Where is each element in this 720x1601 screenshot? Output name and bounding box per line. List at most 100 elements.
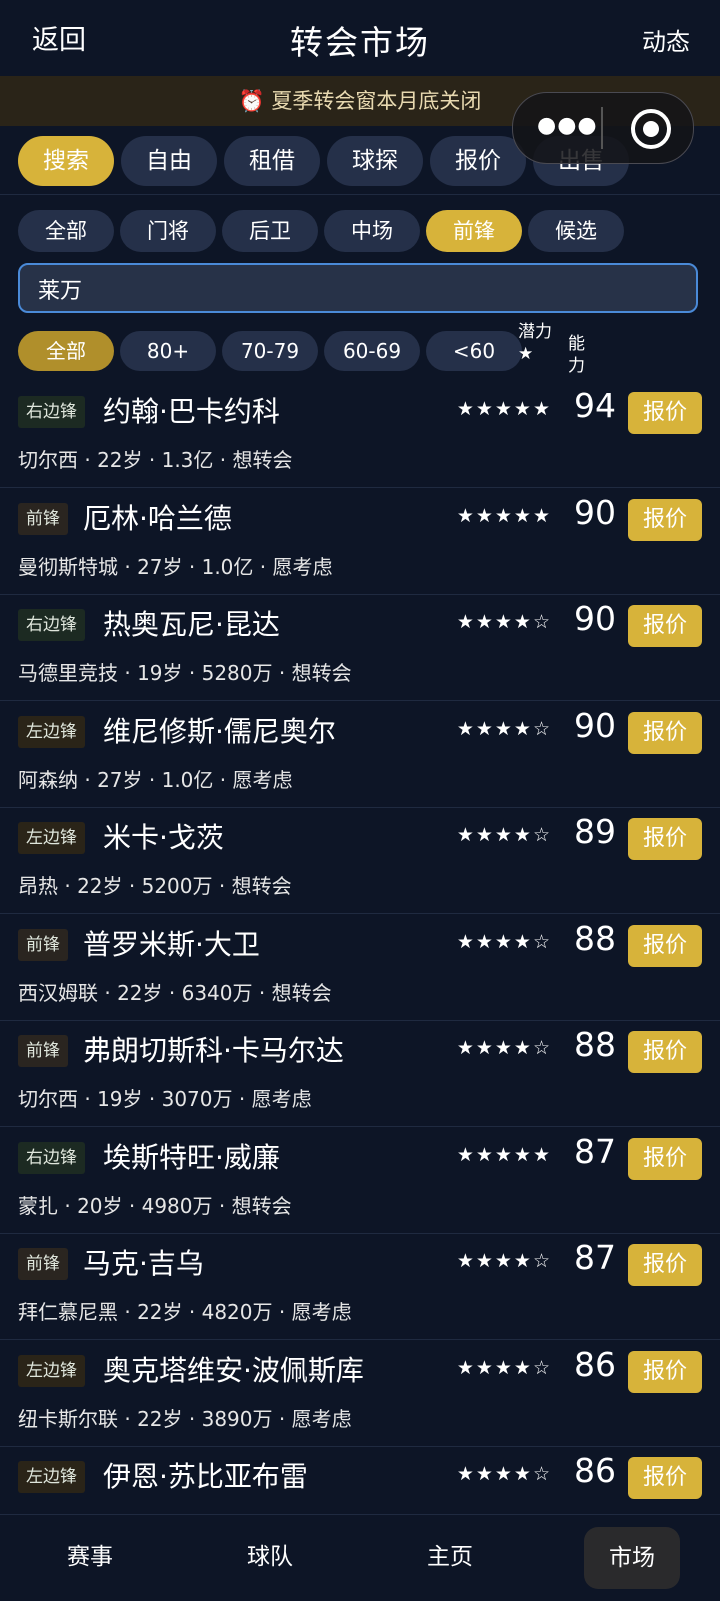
offer-button[interactable]: 报价 — [628, 1350, 702, 1393]
potential-stars: ★★★★☆ — [456, 930, 552, 953]
sort-ability[interactable]: 能力 — [568, 333, 585, 377]
potential-stars: ★★★★☆ — [456, 1037, 552, 1059]
offer-button[interactable]: 报价 — [628, 1137, 702, 1180]
offer-button[interactable]: 报价 — [628, 1457, 702, 1499]
top-bar: 返回 转会市场 动态 — [0, 0, 720, 76]
ability-rating: 86 — [574, 1344, 616, 1384]
player-meta: 切尔西 · 22岁 · 1.3亿 · 想转会 — [18, 448, 293, 472]
rating-chip-4[interactable]: <60 — [426, 331, 522, 371]
miniprogram-capsule: ●●● — [512, 92, 694, 164]
player-name: 维尼修斯·儒尼奥尔 — [103, 714, 336, 748]
player-row[interactable]: 右边锋 约翰·巴卡约科 ★★★★★ 94 报价切尔西 · 22岁 · 1.3亿 · 想转… — [0, 382, 720, 488]
player-name: 米卡·戈茨 — [103, 821, 224, 854]
potential-stars: ★★★★★ — [456, 398, 552, 420]
potential-stars: ★★★★★ — [456, 504, 552, 527]
position-chip-5[interactable]: 候选 — [528, 210, 624, 252]
potential-stars: ★★★★★ — [456, 1143, 552, 1166]
offer-button[interactable]: 报价 — [628, 605, 702, 647]
player-name: 马克·吉乌 — [83, 1247, 204, 1280]
ability-rating: 89 — [574, 812, 616, 851]
position-chip-1[interactable]: 门将 — [120, 210, 216, 252]
offer-button[interactable]: 报价 — [628, 498, 702, 541]
page-title: 转会市场 — [290, 23, 430, 62]
position-chip-3[interactable]: 中场 — [324, 210, 420, 252]
ability-rating: 87 — [574, 1131, 616, 1171]
player-row[interactable]: 右边锋 埃斯特旺·威廉 ★★★★★ 87 报价 蒙扎 · 20岁 · 4980万 · 想转… — [0, 1128, 720, 1234]
sort-potential[interactable]: 潜力★ — [518, 321, 554, 365]
offer-button[interactable]: 报价 — [628, 818, 702, 860]
player-meta: 拜仁慕尼黑 · 22岁 · 4820万 · 愿考虑 — [18, 1300, 352, 1324]
player-name: 埃斯特旺·威廉 — [103, 1140, 280, 1174]
player-meta: 马德里竞技 · 19岁 · 5280万 · 想转会 — [18, 661, 352, 685]
tab-0[interactable]: 搜索 — [18, 136, 114, 186]
position-chip-4[interactable]: 前锋 — [426, 210, 522, 252]
nav-item-0[interactable]: 赛事 — [30, 1537, 150, 1571]
potential-stars: ★★★★☆ — [456, 717, 552, 740]
bottom-nav: 赛事 球队 主页 市场 — [0, 1514, 720, 1601]
player-meta: 纽卡斯尔联 · 22岁 · 3890万 · 愿考虑 — [18, 1406, 352, 1431]
ability-rating: 88 — [574, 918, 616, 958]
potential-stars: ★★★★☆ — [456, 1463, 552, 1485]
potential-stars: ★★★★☆ — [456, 611, 552, 633]
position-chip-2[interactable]: 后卫 — [222, 210, 318, 252]
tab-2[interactable]: 租借 — [224, 136, 320, 186]
offer-button[interactable]: 报价 — [628, 1244, 702, 1286]
tab-3[interactable]: 球探 — [327, 136, 423, 186]
player-name: 厄林·哈兰德 — [83, 501, 232, 535]
rating-chip-3[interactable]: 60-69 — [324, 331, 420, 371]
offer-button[interactable]: 报价 — [628, 1031, 702, 1073]
nav-item-1[interactable]: 球队 — [210, 1537, 330, 1571]
player-row[interactable]: 左边锋 米卡·戈茨 ★★★★☆ 89 报价昂热 · 22岁 · 5200万 · 想转会 — [0, 808, 720, 914]
position-badge: 前锋 — [18, 928, 68, 961]
player-row[interactable]: 右边锋 热奥瓦尼·昆达 ★★★★☆ 90 报价马德里竞技 · 19岁 · 5280万 ·… — [0, 595, 720, 701]
player-name: 伊恩·苏比亚布雷 — [103, 1460, 308, 1493]
player-name: 弗朗切斯科·卡马尔达 — [83, 1034, 344, 1067]
player-row[interactable]: 左边锋 维尼修斯·儒尼奥尔 ★★★★☆ 90 报价阿森纳 · 27岁 · 1.0亿 · … — [0, 702, 720, 808]
player-row[interactable]: 左边锋 奥克塔维安·波佩斯库 ★★★★☆ 86 报价 纽卡斯尔联 · 22岁 · 3890… — [0, 1341, 720, 1447]
ability-rating: 90 — [574, 705, 616, 745]
tab-1[interactable]: 自由 — [121, 136, 217, 186]
search-box[interactable] — [18, 263, 698, 313]
ability-rating: 90 — [574, 492, 616, 532]
player-row[interactable]: 前锋 厄林·哈兰德 ★★★★★ 90 报价 曼彻斯特城 · 27岁 · 1.0亿 · 愿考… — [0, 489, 720, 595]
ability-rating: 90 — [574, 599, 616, 638]
rating-chip-2[interactable]: 70-79 — [222, 331, 318, 371]
activity-button[interactable]: 动态 — [642, 22, 690, 57]
player-row[interactable]: 前锋 普罗米斯·大卫 ★★★★☆ 88 报价 西汉姆联 · 22岁 · 6340万 · 想… — [0, 915, 720, 1021]
nav-item-2[interactable]: 主页 — [390, 1537, 510, 1571]
player-name: 约翰·巴卡约科 — [103, 395, 280, 428]
player-row[interactable]: 前锋 马克·吉乌 ★★★★☆ 87 报价 拜仁慕尼黑 · 22岁 · 4820万 · 愿考… — [0, 1234, 720, 1340]
ability-rating: 94 — [574, 386, 616, 425]
potential-stars: ★★★★☆ — [456, 1250, 552, 1272]
position-chip-0[interactable]: 全部 — [18, 210, 114, 252]
offer-button[interactable]: 报价 — [628, 924, 702, 967]
tab-4[interactable]: 报价 — [430, 136, 526, 186]
target-icon[interactable] — [631, 109, 671, 149]
player-name: 热奥瓦尼·昆达 — [103, 608, 280, 641]
position-badge: 左边锋 — [18, 822, 85, 854]
capsule-separator — [601, 107, 603, 149]
rating-chip-1[interactable]: 80+ — [120, 331, 216, 371]
ability-rating: 87 — [574, 1238, 616, 1277]
player-meta: 阿森纳 · 27岁 · 1.0亿 · 愿考虑 — [18, 767, 293, 792]
position-badge: 右边锋 — [18, 396, 85, 428]
player-meta: 昂热 · 22岁 · 5200万 · 想转会 — [18, 874, 292, 898]
offer-button[interactable]: 报价 — [628, 392, 702, 434]
rating-chip-0[interactable]: 全部 — [18, 331, 114, 371]
player-name: 普罗米斯·大卫 — [83, 927, 260, 961]
player-meta: 切尔西 · 19岁 · 3070万 · 愿考虑 — [18, 1087, 312, 1111]
ability-rating: 88 — [574, 1025, 616, 1064]
offer-button[interactable]: 报价 — [628, 711, 702, 754]
more-dots-icon[interactable]: ●●● — [537, 113, 598, 138]
search-input[interactable] — [36, 271, 680, 307]
nav-item-3[interactable]: 市场 — [584, 1527, 680, 1589]
position-badge: 前锋 — [18, 502, 68, 535]
position-badge: 右边锋 — [18, 609, 85, 641]
tabs-divider — [0, 194, 720, 195]
player-row[interactable]: 前锋 弗朗切斯科·卡马尔达 ★★★★☆ 88 报价 切尔西 · 19岁 · 3070万 ·… — [0, 1021, 720, 1127]
ability-rating: 86 — [574, 1451, 616, 1490]
player-name: 奥克塔维安·波佩斯库 — [103, 1353, 364, 1387]
potential-stars: ★★★★☆ — [456, 824, 552, 846]
position-badge: 左边锋 — [18, 715, 85, 748]
position-badge: 右边锋 — [18, 1141, 85, 1174]
